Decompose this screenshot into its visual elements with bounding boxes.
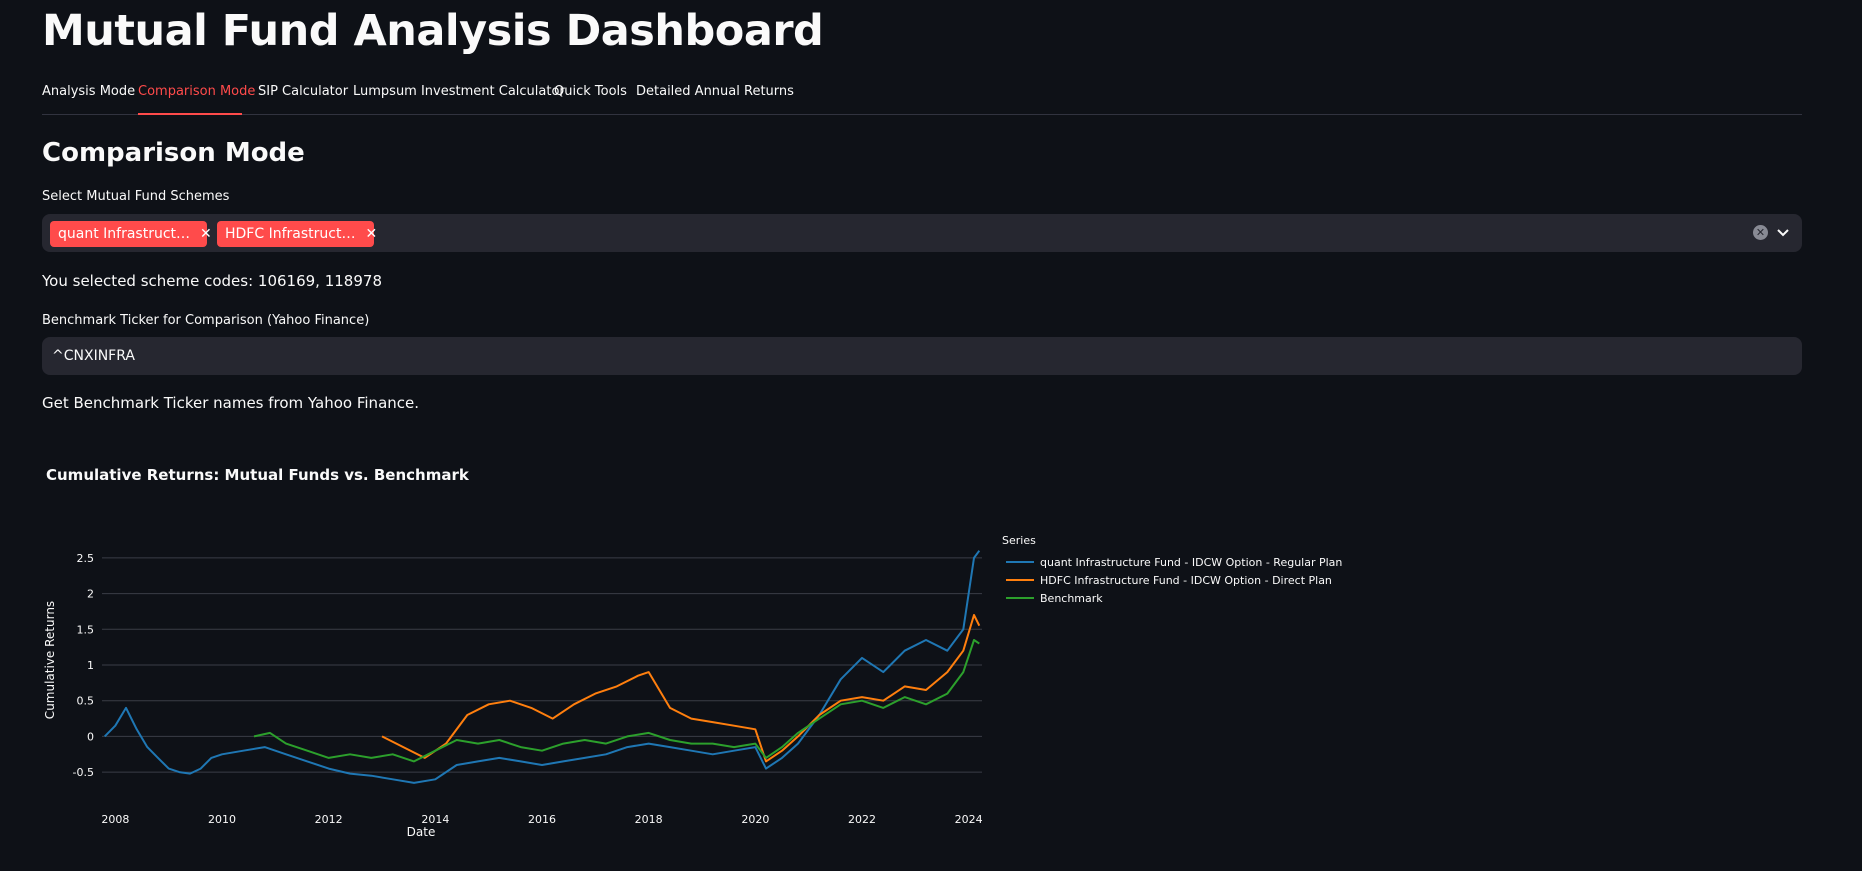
chart-svg: Cumulative Returns: Mutual Funds vs. Ben… [43,466,1342,839]
benchmark-ticker-input[interactable]: ^CNXINFRA [42,337,1802,375]
chart-title: Cumulative Returns: Mutual Funds vs. Ben… [46,466,470,484]
remove-chip-icon[interactable]: ✕ [200,226,212,242]
tab-quick-tools[interactable]: Quick Tools [554,84,627,99]
legend: Series quant Infrastructure Fund - IDCW … [1002,534,1342,605]
schemes-multiselect[interactable]: quant Infrastruct… ✕ HDFC Infrastruct… ✕… [42,214,1802,252]
series-line [103,550,981,784]
x-tick-label: 2024 [955,813,983,826]
x-tick-label: 2020 [741,813,769,826]
tab-lumpsum-calculator[interactable]: Lumpsum Investment Calculator [353,84,565,99]
x-tick-label: 2018 [635,813,663,826]
legend-entry: Benchmark [1040,592,1103,605]
y-axis-label: Cumulative Returns [43,601,57,719]
legend-title: Series [1002,534,1036,547]
x-tick-label: 2008 [101,813,129,826]
page-title: Mutual Fund Analysis Dashboard [42,6,824,56]
clear-icon[interactable]: ✕ [1753,225,1768,240]
y-tick-label: 2.5 [77,552,95,565]
y-tick-label: 0.5 [77,695,95,708]
benchmark-note: Get Benchmark Ticker names from Yahoo Fi… [42,394,420,412]
chevron-down-icon[interactable] [1774,222,1792,242]
cumulative-returns-chart: Cumulative Returns: Mutual Funds vs. Ben… [42,460,1382,860]
x-axis-label: Date [407,825,436,839]
y-tick-label: 1 [87,659,94,672]
tab-sip-calculator[interactable]: SIP Calculator [258,84,348,99]
remove-chip-icon[interactable]: ✕ [365,226,377,242]
tab-bar: Analysis Mode Comparison Mode SIP Calcul… [42,78,1802,115]
y-tick-label: 2 [87,588,94,601]
selected-codes-text: You selected scheme codes: 106169, 11897… [42,272,382,290]
tab-analysis-mode[interactable]: Analysis Mode [42,84,135,99]
x-tick-label: 2016 [528,813,556,826]
active-tab-indicator [138,113,242,115]
tab-detailed-annual-returns[interactable]: Detailed Annual Returns [636,84,794,99]
tab-comparison-mode[interactable]: Comparison Mode [138,84,255,99]
x-tick-label: 2012 [315,813,343,826]
series-layer [103,550,981,784]
y-tick-label: -0.5 [73,766,94,779]
x-tick-label: 2022 [848,813,876,826]
legend-entry: HDFC Infrastructure Fund - IDCW Option -… [1040,574,1332,587]
axis-layer: -0.500.511.522.52008 2010 2012 2014 2016 2018… [73,552,983,826]
y-tick-label: 0 [87,730,94,743]
schemes-label: Select Mutual Fund Schemes [42,189,230,204]
grid-layer [102,557,982,773]
y-tick-label: 1.5 [77,623,95,636]
benchmark-label: Benchmark Ticker for Comparison (Yahoo F… [42,313,370,328]
x-tick-label: 2010 [208,813,236,826]
section-title: Comparison Mode [42,138,305,168]
scheme-chip: quant Infrastruct… ✕ [50,221,212,247]
scheme-chip-label: quant Infrastruct… [58,226,191,242]
legend-entry: quant Infrastructure Fund - IDCW Option … [1040,556,1342,569]
scheme-chip-label: HDFC Infrastruct… [225,226,356,242]
series-line [381,614,981,763]
scheme-chip: HDFC Infrastruct… ✕ [217,221,377,247]
